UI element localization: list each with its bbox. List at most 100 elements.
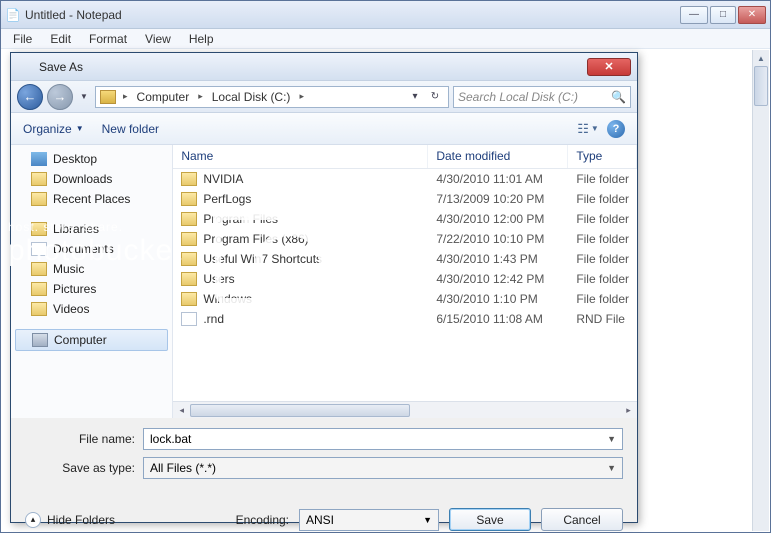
tree-item[interactable]: Recent Places bbox=[11, 189, 172, 209]
new-folder-button[interactable]: New folder bbox=[102, 122, 159, 136]
help-button[interactable]: ? bbox=[607, 120, 625, 138]
file-list[interactable]: Name Date modified Type NVIDIA4/30/2010 … bbox=[173, 145, 637, 418]
chevron-right-icon[interactable]: ▸ bbox=[120, 91, 131, 102]
horizontal-scrollbar[interactable]: ◂ ▸ bbox=[173, 401, 637, 418]
chevron-down-icon[interactable]: ▼ bbox=[423, 515, 432, 525]
encoding-label: Encoding: bbox=[236, 513, 289, 527]
filename-panel: File name: lock.bat▼ Save as type: All F… bbox=[11, 418, 637, 494]
file-row[interactable]: .rnd6/15/2010 11:08 AMRND File bbox=[173, 309, 637, 329]
tree-label: Computer bbox=[54, 333, 107, 347]
scroll-thumb[interactable] bbox=[190, 404, 410, 417]
refresh-button[interactable]: ↻ bbox=[426, 88, 444, 106]
folder-icon bbox=[181, 292, 197, 306]
file-date: 7/22/2010 10:10 PM bbox=[428, 232, 568, 246]
file-row[interactable]: NVIDIA4/30/2010 11:01 AMFile folder bbox=[173, 169, 637, 189]
nav-bar: ← → ▼ ▸ Computer ▸ Local Disk (C:) ▸ ▾ ↻… bbox=[11, 81, 637, 113]
doc-icon bbox=[31, 242, 47, 256]
search-placeholder: Search Local Disk (C:) bbox=[458, 90, 578, 104]
nav-tree[interactable]: Desktop DownloadsRecent Places Libraries Do… bbox=[11, 145, 173, 418]
close-button[interactable]: ✕ bbox=[738, 6, 766, 24]
menu-edit[interactable]: Edit bbox=[42, 30, 79, 48]
tree-item[interactable]: Pictures bbox=[11, 279, 172, 299]
tree-item[interactable]: Computer bbox=[15, 329, 168, 351]
file-row[interactable]: PerfLogs 7/13/2009 10:20 PMFile folder bbox=[173, 189, 637, 209]
notepad-menubar: File Edit Format View Help bbox=[1, 29, 770, 49]
forward-button[interactable]: → bbox=[47, 84, 73, 110]
filename-label: File name: bbox=[25, 432, 143, 446]
toolbar: Organize▼ New folder ☷▼ ? bbox=[11, 113, 637, 145]
address-dropdown[interactable]: ▾ bbox=[406, 88, 424, 106]
dialog-close-button[interactable]: ✕ bbox=[587, 58, 631, 76]
file-row[interactable]: Users4/30/2010 12:42 PMFile folder bbox=[173, 269, 637, 289]
menu-format[interactable]: Format bbox=[81, 30, 135, 48]
column-headers[interactable]: Name Date modified Type bbox=[173, 145, 637, 169]
chevron-down-icon[interactable]: ▼ bbox=[607, 463, 616, 473]
dialog-titlebar[interactable]: Save As ✕ bbox=[11, 53, 637, 81]
breadcrumb-drive[interactable]: Local Disk (C:) bbox=[210, 90, 293, 104]
file-date: 7/13/2009 10:20 PM bbox=[428, 192, 568, 206]
organize-button[interactable]: Organize▼ bbox=[23, 122, 84, 136]
folder-icon bbox=[181, 232, 197, 246]
file-type: File folder bbox=[568, 272, 637, 286]
chevron-right-icon[interactable]: ▸ bbox=[296, 91, 307, 102]
file-name: PerfLogs bbox=[203, 192, 251, 206]
file-name: Windows bbox=[203, 292, 252, 306]
tree-item[interactable]: Documents bbox=[11, 239, 172, 259]
saveastype-combo[interactable]: All Files (*.*)▼ bbox=[143, 457, 623, 479]
col-type[interactable]: Type bbox=[568, 145, 637, 168]
search-input[interactable]: Search Local Disk (C:) 🔍 bbox=[453, 86, 631, 108]
maximize-button[interactable]: □ bbox=[710, 6, 736, 24]
scroll-right-icon[interactable]: ▸ bbox=[620, 405, 637, 416]
breadcrumb-computer[interactable]: Computer bbox=[135, 90, 192, 104]
file-row[interactable]: Useful Win7 Shortcuts 4/30/2010 1:43 PMFi… bbox=[173, 249, 637, 269]
menu-file[interactable]: File bbox=[5, 30, 40, 48]
file-type: File folder bbox=[568, 172, 637, 186]
notepad-titlebar[interactable]: 📄 Untitled - Notepad — □ ✕ bbox=[1, 1, 770, 29]
tree-item[interactable]: Downloads bbox=[11, 169, 172, 189]
tree-label: Libraries bbox=[53, 222, 99, 236]
file-date: 4/30/2010 1:43 PM bbox=[428, 252, 568, 266]
desktop-icon bbox=[31, 152, 47, 166]
search-icon[interactable]: 🔍 bbox=[611, 90, 626, 104]
menu-help[interactable]: Help bbox=[181, 30, 222, 48]
menu-view[interactable]: View bbox=[137, 30, 179, 48]
tree-label: Desktop bbox=[53, 152, 97, 166]
encoding-combo[interactable]: ANSI▼ bbox=[299, 509, 439, 531]
comp-icon bbox=[32, 333, 48, 347]
scroll-up-icon[interactable]: ▲ bbox=[753, 50, 769, 66]
view-options-button[interactable]: ☷▼ bbox=[577, 119, 599, 139]
folder-icon bbox=[31, 282, 47, 296]
tree-item[interactable]: Desktop bbox=[11, 149, 172, 169]
scroll-left-icon[interactable]: ◂ bbox=[173, 405, 190, 416]
tree-item[interactable]: Music bbox=[11, 259, 172, 279]
file-name: Useful Win7 Shortcuts bbox=[203, 252, 322, 266]
file-row[interactable]: Program Files4/30/2010 12:00 PMFile fold… bbox=[173, 209, 637, 229]
save-as-dialog: Save As ✕ ← → ▼ ▸ Computer ▸ Local Disk … bbox=[10, 52, 638, 523]
file-type: File folder bbox=[568, 192, 637, 206]
folder-icon bbox=[181, 172, 197, 186]
tree-item[interactable]: Videos bbox=[11, 299, 172, 319]
file-row[interactable]: Program Files (x86)7/22/2010 10:10 PMFil… bbox=[173, 229, 637, 249]
tree-item[interactable]: Libraries bbox=[11, 219, 172, 239]
chevron-down-icon[interactable]: ▼ bbox=[607, 434, 616, 444]
scroll-thumb[interactable] bbox=[754, 66, 768, 106]
file-type: File folder bbox=[568, 292, 637, 306]
file-type: File folder bbox=[568, 252, 637, 266]
file-row[interactable]: Windows4/30/2010 1:10 PMFile folder bbox=[173, 289, 637, 309]
notepad-scrollbar[interactable]: ▲ bbox=[752, 50, 769, 531]
chevron-right-icon[interactable]: ▸ bbox=[195, 91, 206, 102]
address-bar[interactable]: ▸ Computer ▸ Local Disk (C:) ▸ ▾ ↻ bbox=[95, 86, 449, 108]
col-name[interactable]: Name bbox=[173, 145, 428, 168]
cancel-button[interactable]: Cancel bbox=[541, 508, 623, 531]
minimize-button[interactable]: — bbox=[680, 6, 708, 24]
filename-input[interactable]: lock.bat▼ bbox=[143, 428, 623, 450]
file-type: File folder bbox=[568, 212, 637, 226]
nav-history-dropdown[interactable]: ▼ bbox=[77, 92, 91, 101]
dialog-title: Save As bbox=[39, 60, 587, 74]
hide-folders-button[interactable]: ▴ Hide Folders bbox=[25, 512, 115, 528]
back-button[interactable]: ← bbox=[17, 84, 43, 110]
folder-icon bbox=[31, 222, 47, 236]
save-button[interactable]: Save bbox=[449, 508, 531, 531]
col-date[interactable]: Date modified bbox=[428, 145, 568, 168]
tree-label: Pictures bbox=[53, 282, 96, 296]
